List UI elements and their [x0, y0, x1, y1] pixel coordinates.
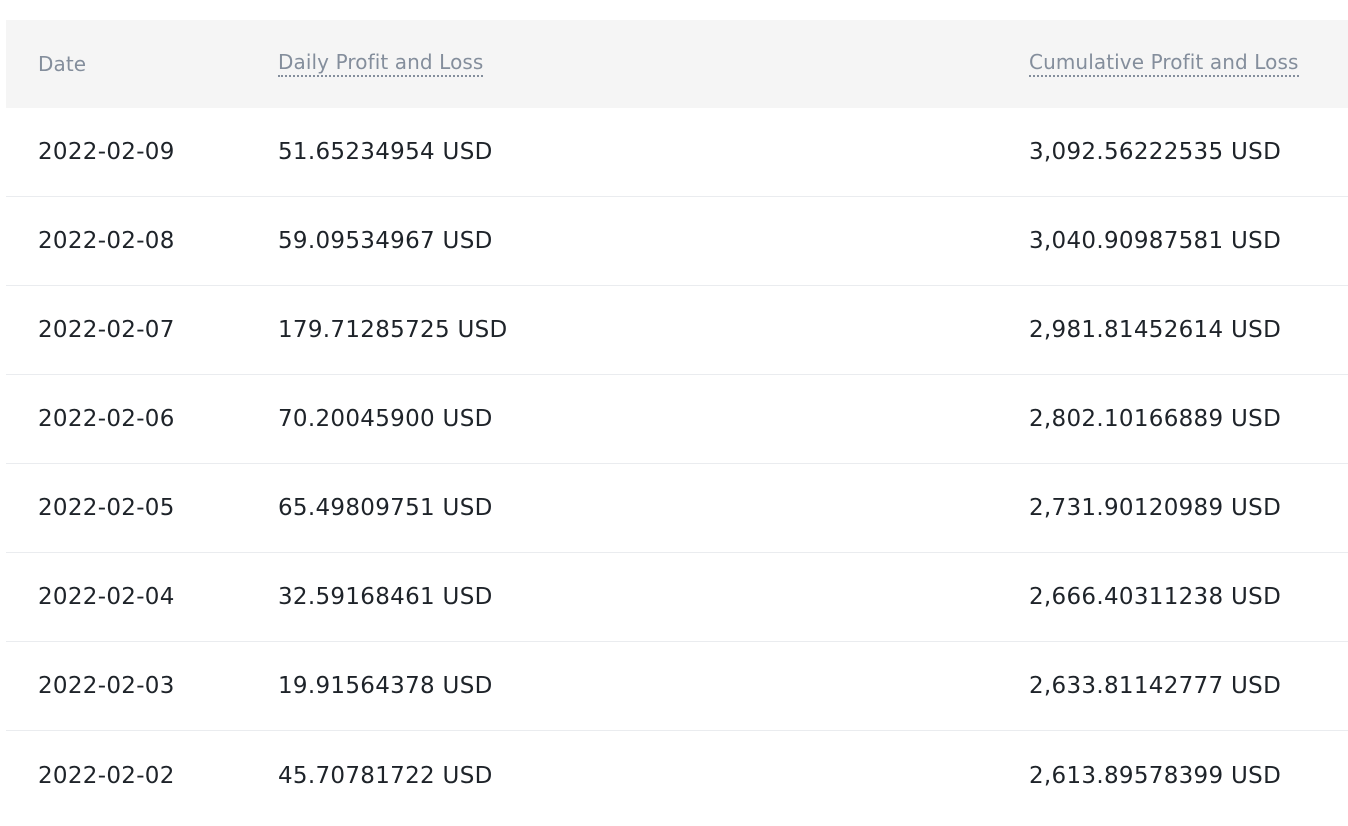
row-daily-pnl: 45.70781722 USD	[278, 762, 493, 789]
row-daily-pnl: 70.20045900 USD	[278, 406, 493, 432]
row-daily-pnl: 59.09534967 USD	[278, 228, 493, 254]
row-date: 2022-02-08	[38, 228, 175, 254]
row-daily-pnl: 65.49809751 USD	[278, 495, 493, 521]
row-cumulative-pnl: 2,802.10166889 USD	[1029, 406, 1282, 432]
table-row: 2022-02-08 59.09534967 USD 3,040.9098758…	[6, 197, 1348, 286]
row-cumulative-pnl: 2,981.81452614 USD	[1029, 317, 1282, 343]
row-daily-pnl: 51.65234954 USD	[278, 139, 493, 165]
row-date: 2022-02-09	[38, 139, 175, 165]
row-cumulative-pnl: 2,666.40311238 USD	[1029, 584, 1282, 610]
table-header-row: Date Daily Profit and Loss Cumulative Pr…	[6, 20, 1348, 108]
row-cumulative-pnl: 2,731.90120989 USD	[1029, 495, 1282, 521]
table-row: 2022-02-06 70.20045900 USD 2,802.1016688…	[6, 375, 1348, 464]
row-daily-pnl: 32.59168461 USD	[278, 584, 493, 610]
table-row: 2022-02-07 179.71285725 USD 2,981.814526…	[6, 286, 1348, 375]
table-row: 2022-02-05 65.49809751 USD 2,731.9012098…	[6, 464, 1348, 553]
header-daily-pnl[interactable]: Daily Profit and Loss	[278, 51, 484, 77]
pnl-table: Date Daily Profit and Loss Cumulative Pr…	[6, 20, 1348, 820]
row-date: 2022-02-07	[38, 317, 175, 343]
row-date: 2022-02-05	[38, 495, 175, 521]
row-cumulative-pnl: 3,040.90987581 USD	[1029, 228, 1282, 254]
row-date: 2022-02-04	[38, 584, 175, 610]
table-row: 2022-02-02 45.70781722 USD 2,613.8957839…	[6, 731, 1348, 820]
row-cumulative-pnl: 3,092.56222535 USD	[1029, 139, 1282, 165]
row-daily-pnl: 19.91564378 USD	[278, 673, 493, 699]
row-cumulative-pnl: 2,613.89578399 USD	[1029, 762, 1282, 789]
row-date: 2022-02-03	[38, 673, 175, 699]
table-row: 2022-02-03 19.91564378 USD 2,633.8114277…	[6, 642, 1348, 731]
row-daily-pnl: 179.71285725 USD	[278, 317, 508, 343]
row-date: 2022-02-02	[38, 762, 175, 789]
table-row: 2022-02-04 32.59168461 USD 2,666.4031123…	[6, 553, 1348, 642]
header-cumulative-pnl[interactable]: Cumulative Profit and Loss	[1029, 51, 1299, 77]
row-cumulative-pnl: 2,633.81142777 USD	[1029, 673, 1282, 699]
row-date: 2022-02-06	[38, 406, 175, 432]
table-row: 2022-02-09 51.65234954 USD 3,092.5622253…	[6, 108, 1348, 197]
header-date: Date	[38, 52, 87, 76]
